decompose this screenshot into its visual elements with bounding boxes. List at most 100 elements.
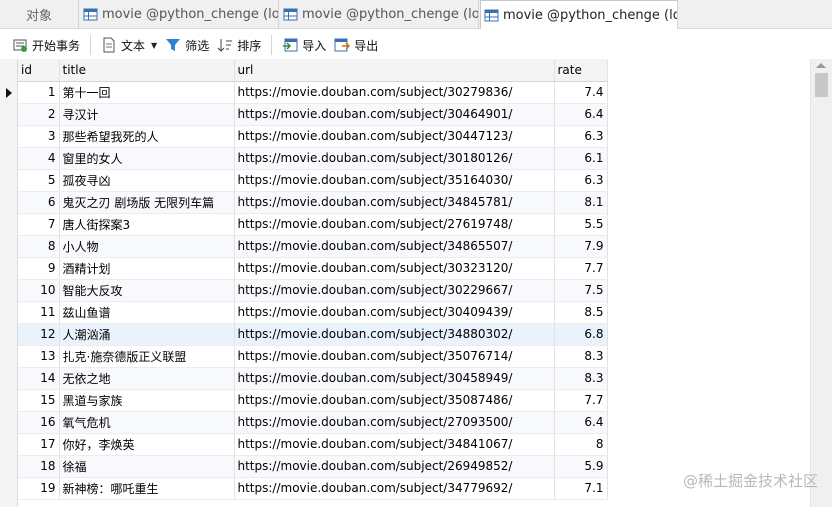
column-header-id[interactable]: id (18, 59, 60, 82)
cell-id[interactable]: 9 (18, 257, 60, 280)
cell-url[interactable]: https://movie.douban.com/subject/3516403… (234, 169, 555, 192)
cell-title[interactable]: 徐福 (59, 455, 235, 478)
cell-title[interactable]: 那些希望我死的人 (59, 125, 235, 148)
table-row[interactable]: 5 孤夜寻凶 https://movie.douban.com/subject/35… (18, 169, 608, 192)
table-row[interactable]: 8 小人物 https://movie.douban.com/subject/348… (18, 235, 608, 258)
table-row[interactable]: 12 人潮汹涌 https://movie.douban.com/subject/3… (18, 323, 608, 346)
cell-rate[interactable]: 6.3 (554, 125, 608, 148)
table-row[interactable]: 4 窗里的女人 https://movie.douban.com/subject/3… (18, 147, 608, 170)
column-header-title[interactable]: title (59, 59, 235, 82)
cell-rate[interactable]: 7.5 (554, 279, 608, 302)
cell-url[interactable]: https://movie.douban.com/subject/3045894… (234, 367, 555, 390)
cell-title[interactable]: 唐人街探案3 (59, 213, 235, 236)
cell-rate[interactable]: 8.3 (554, 367, 608, 390)
table-row[interactable]: 19 新神榜：哪吒重生 https://movie.douban.com/subje… (18, 477, 608, 500)
scrollbar-thumb[interactable] (815, 73, 828, 97)
cell-title[interactable]: 新神榜：哪吒重生 (59, 477, 235, 500)
cell-id[interactable]: 8 (18, 235, 60, 258)
cell-title[interactable]: 小人物 (59, 235, 235, 258)
cell-url[interactable]: https://movie.douban.com/subject/3484578… (234, 191, 555, 214)
cell-rate[interactable]: 7.4 (554, 81, 608, 104)
cell-rate[interactable]: 7.7 (554, 257, 608, 280)
cell-id[interactable]: 6 (18, 191, 60, 214)
table-row[interactable]: 13 扎克·施奈德版正义联盟 https://movie.douban.com/su… (18, 345, 608, 368)
cell-rate[interactable]: 7.1 (554, 477, 608, 500)
cell-url[interactable]: https://movie.douban.com/subject/3508748… (234, 389, 555, 412)
cell-rate[interactable]: 7.7 (554, 389, 608, 412)
cell-rate[interactable]: 5.5 (554, 213, 608, 236)
cell-id[interactable]: 4 (18, 147, 60, 170)
cell-rate[interactable]: 8.5 (554, 301, 608, 324)
cell-url[interactable]: https://movie.douban.com/subject/2761974… (234, 213, 555, 236)
table-row[interactable]: 9 酒精计划 https://movie.douban.com/subject/30… (18, 257, 608, 280)
cell-title[interactable]: 孤夜寻凶 (59, 169, 235, 192)
cell-title[interactable]: 兹山鱼谱 (59, 301, 235, 324)
column-header-url[interactable]: url (234, 59, 555, 82)
cell-id[interactable]: 12 (18, 323, 60, 346)
text-view-button[interactable]: 文本 ▼ (97, 33, 161, 57)
cell-url[interactable]: https://movie.douban.com/subject/3018012… (234, 147, 555, 170)
cell-id[interactable]: 15 (18, 389, 60, 412)
cell-title[interactable]: 酒精计划 (59, 257, 235, 280)
cell-url[interactable]: https://movie.douban.com/subject/2709350… (234, 411, 555, 434)
table-row[interactable]: 11 兹山鱼谱 https://movie.douban.com/subject/3… (18, 301, 608, 324)
table-row[interactable]: 17 你好，李焕英 https://movie.douban.com/subject… (18, 433, 608, 456)
begin-transaction-button[interactable]: 开始事务 (8, 33, 84, 57)
sort-button[interactable]: 排序 (213, 33, 265, 57)
cell-rate[interactable]: 5.9 (554, 455, 608, 478)
cell-title[interactable]: 黑道与家族 (59, 389, 235, 412)
cell-rate[interactable]: 6.4 (554, 411, 608, 434)
cell-title[interactable]: 寻汉计 (59, 103, 235, 126)
cell-id[interactable]: 18 (18, 455, 60, 478)
table-row[interactable]: 10 智能大反攻 https://movie.douban.com/subject/… (18, 279, 608, 302)
tab-movie-3-active[interactable]: movie @python_chenge (loc... (480, 0, 678, 29)
cell-rate[interactable]: 8.1 (554, 191, 608, 214)
cell-url[interactable]: https://movie.douban.com/subject/3044712… (234, 125, 555, 148)
tab-objects[interactable]: 对象 (0, 0, 79, 29)
cell-title[interactable]: 扎克·施奈德版正义联盟 (59, 345, 235, 368)
tab-movie-2[interactable]: movie @python_chenge (loc... (280, 0, 479, 29)
table-row[interactable]: 3 那些希望我死的人 https://movie.douban.com/subjec… (18, 125, 608, 148)
column-header-rate[interactable]: rate (554, 59, 608, 82)
table-row[interactable]: 16 氧气危机 https://movie.douban.com/subject/2… (18, 411, 608, 434)
table-row[interactable]: 7 唐人街探案3 https://movie.douban.com/subject/… (18, 213, 608, 236)
cell-url[interactable]: https://movie.douban.com/subject/3507671… (234, 345, 555, 368)
cell-url[interactable]: https://movie.douban.com/subject/3022966… (234, 279, 555, 302)
table-row[interactable]: 1 第十一回 https://movie.douban.com/subject/30… (18, 81, 608, 104)
cell-url[interactable]: https://movie.douban.com/subject/3027983… (234, 81, 555, 104)
cell-url[interactable]: https://movie.douban.com/subject/3488030… (234, 323, 555, 346)
cell-id[interactable]: 14 (18, 367, 60, 390)
cell-url[interactable]: https://movie.douban.com/subject/3486550… (234, 235, 555, 258)
table-row[interactable]: 18 徐福 https://movie.douban.com/subject/269… (18, 455, 608, 478)
table-row[interactable]: 2 寻汉计 https://movie.douban.com/subject/304… (18, 103, 608, 126)
cell-url[interactable]: https://movie.douban.com/subject/3046490… (234, 103, 555, 126)
cell-rate[interactable]: 8.3 (554, 345, 608, 368)
cell-title[interactable]: 无依之地 (59, 367, 235, 390)
cell-url[interactable]: https://movie.douban.com/subject/3040943… (234, 301, 555, 324)
cell-url[interactable]: https://movie.douban.com/subject/2694985… (234, 455, 555, 478)
cell-url[interactable]: https://movie.douban.com/subject/3032312… (234, 257, 555, 280)
cell-title[interactable]: 第十一回 (59, 81, 235, 104)
cell-id[interactable]: 19 (18, 477, 60, 500)
tab-movie-1[interactable]: movie @python_chenge (loc... (80, 0, 279, 29)
cell-id[interactable]: 11 (18, 301, 60, 324)
cell-title[interactable]: 人潮汹涌 (59, 323, 235, 346)
cell-title[interactable]: 智能大反攻 (59, 279, 235, 302)
cell-id[interactable]: 10 (18, 279, 60, 302)
cell-id[interactable]: 5 (18, 169, 60, 192)
cell-title[interactable]: 氧气危机 (59, 411, 235, 434)
table-row[interactable]: 14 无依之地 https://movie.douban.com/subject/3… (18, 367, 608, 390)
cell-id[interactable]: 1 (18, 81, 60, 104)
cell-id[interactable]: 16 (18, 411, 60, 434)
cell-rate[interactable]: 6.4 (554, 103, 608, 126)
cell-rate[interactable]: 6.8 (554, 323, 608, 346)
cell-rate[interactable]: 8 (554, 433, 608, 456)
cell-id[interactable]: 7 (18, 213, 60, 236)
cell-id[interactable]: 13 (18, 345, 60, 368)
cell-title[interactable]: 鬼灭之刃 剧场版 无限列车篇 (59, 191, 235, 214)
vertical-scrollbar[interactable] (810, 59, 832, 507)
cell-url[interactable]: https://movie.douban.com/subject/3477969… (234, 477, 555, 500)
export-button[interactable]: 导出 (330, 33, 382, 57)
filter-button[interactable]: 筛选 (161, 33, 213, 57)
table-row[interactable]: 6 鬼灭之刃 剧场版 无限列车篇 https://movie.douban.com/… (18, 191, 608, 214)
